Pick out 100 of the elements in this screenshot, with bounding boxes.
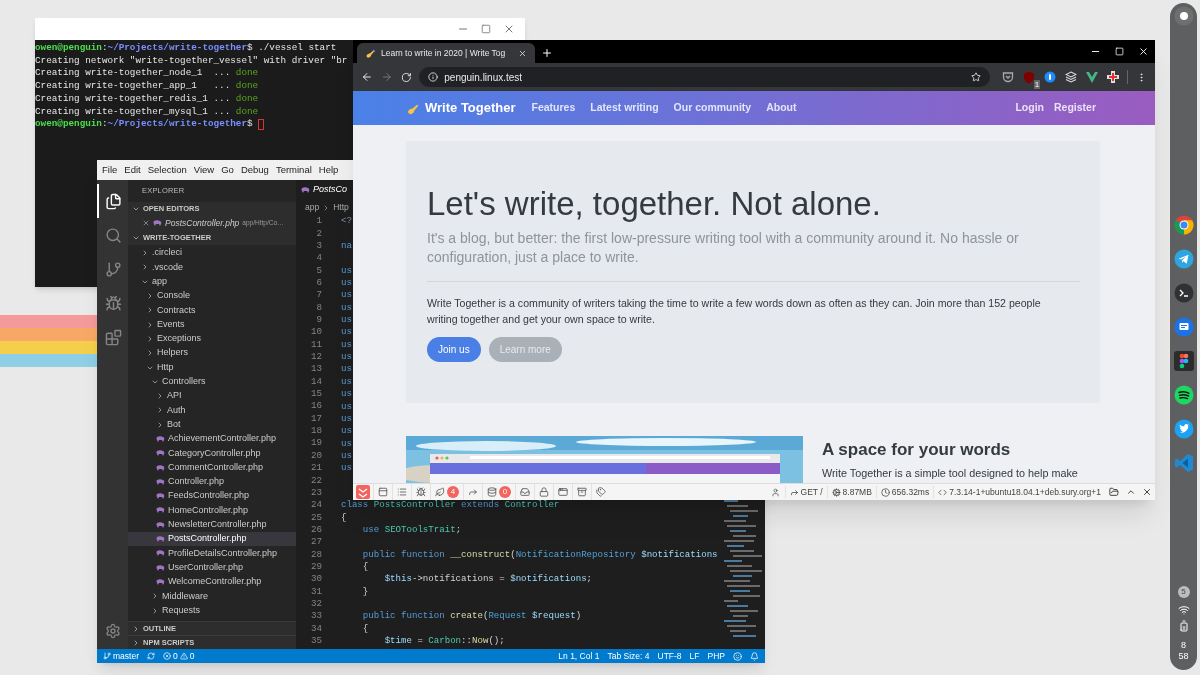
line-number: 34 [309,621,323,636]
spotify-icon[interactable] [1173,385,1194,405]
file-tree-item[interactable]: Contracts [128,303,296,318]
cross-icon[interactable] [1107,71,1120,83]
code-line: public function create(Request $request) [361,609,582,623]
bird-icon[interactable] [1173,419,1194,439]
paper-plane-icon[interactable] [1173,249,1194,269]
bell-icon[interactable] [750,651,759,661]
file-tree-item[interactable]: Auth [128,403,296,418]
file-tree-item[interactable]: NewsletterController.php [128,517,296,532]
settings-icon[interactable] [104,623,121,639]
problems-status[interactable]: 0 0 [163,649,195,663]
pocket-icon[interactable] [1002,71,1015,83]
file-tree-item[interactable]: AchievementController.php [128,431,296,447]
menu-item[interactable]: View [193,162,215,178]
back-button[interactable] [361,71,373,83]
browser-tab[interactable]: Learn to write in 2020 | Write Tog [357,43,535,63]
file-tree-item[interactable]: ProfileDetailsController.php [128,546,296,561]
keyhole-icon[interactable] [1044,71,1057,83]
folder-icon[interactable] [1109,487,1119,497]
menu-item[interactable]: Help [318,162,339,178]
bookmark-icon[interactable] [971,72,982,82]
breadcrumb-item[interactable]: app [305,201,320,214]
file-tree-item[interactable]: Http [128,360,296,375]
file-tree-item[interactable]: API [128,388,296,404]
file-tree-item[interactable]: FeedsController.php [128,489,296,504]
figma-icon[interactable] [1173,351,1194,371]
chrome-icon[interactable] [1173,215,1194,235]
file-tree-item[interactable]: Events [128,317,296,332]
file-tree-item[interactable]: Helpers [128,346,296,361]
breadcrumb-item[interactable]: Http [333,201,349,214]
code-line: class PostsController extends Controller [341,498,560,512]
editor-tab[interactable]: PostsCo [296,180,353,200]
file-tree-item[interactable]: HomeController.php [128,503,296,518]
branch-status[interactable]: master [103,649,139,663]
nav-link[interactable]: Login [1015,100,1044,116]
status-item[interactable]: LF [689,649,700,663]
code-line: na [341,239,352,253]
file-tree-item[interactable]: Controller.php [128,474,296,490]
terminal-line: owen@penguin:~/Projects/write-together$ ./vessel start [35,42,337,55]
file-tree-item[interactable]: UserController.php [128,560,296,575]
close-icon[interactable] [518,48,527,58]
caret-up-icon[interactable] [1126,487,1136,497]
close-button[interactable] [1138,46,1149,57]
feedback-icon[interactable] [733,651,742,661]
wifi-icon[interactable] [1177,604,1190,616]
hero-button[interactable]: Join us [427,337,481,362]
address-bar[interactable]: penguin.linux.test [419,67,991,87]
menu-item[interactable]: Terminal [275,162,312,178]
menu-item[interactable]: Debug [240,162,269,178]
writing-hand-icon [365,47,376,59]
text-cursor [258,119,265,131]
status-item[interactable]: Tab Size: 4 [607,649,650,663]
file-tree-item[interactable]: app [128,274,296,289]
sync-icon[interactable] [147,652,155,660]
file-tree-item[interactable]: CommentController.php [128,460,296,475]
layers-icon[interactable] [1065,71,1078,83]
file-tree-item[interactable]: Console [128,288,296,304]
launcher-button[interactable] [1173,6,1194,26]
new-tab-button[interactable] [541,47,553,59]
logo-icon[interactable] [356,485,370,499]
file-tree-item[interactable]: Exceptions [128,331,296,347]
menu-item[interactable]: Selection [147,162,187,178]
status-item[interactable]: UTF-8 [657,649,682,663]
menu-item[interactable]: Go [221,162,234,178]
file-tree-item[interactable]: Requests [128,603,296,618]
file-tree-item[interactable]: Controllers [128,374,296,389]
nav-link[interactable]: Register [1054,100,1096,116]
file-tree-item[interactable]: CategoryController.php [128,446,296,461]
notification-count[interactable]: 5 [1177,586,1190,598]
user-icon[interactable] [770,487,780,497]
line-number: 1 [315,214,323,229]
line-number: 28 [309,547,323,562]
line-number: 32 [309,596,323,611]
status-item[interactable]: Ln 1, Col 1 [558,649,600,663]
brand-link[interactable]: Write Together [406,98,516,118]
shield-icon[interactable] [1023,70,1036,84]
branch-icon [105,260,122,278]
reload-button[interactable] [400,71,412,83]
chat-icon[interactable] [1173,317,1194,337]
menu-item[interactable]: Edit [124,162,141,178]
terminal-icon[interactable] [1173,283,1194,303]
file-tree-item[interactable]: Bot [128,417,296,432]
clock[interactable]: 8 58 [1178,640,1189,662]
line-number: 23 [309,485,323,500]
file-tree-item[interactable]: WelcomeController.php [128,574,296,590]
code-line: us [341,337,352,352]
v-logo-icon[interactable] [1086,71,1099,83]
status-item[interactable]: PHP [707,649,725,663]
file-tree-item[interactable]: .circleci [128,246,296,261]
file-tree-item[interactable]: PostsController.php [128,531,296,547]
section-heading: A space for your words [822,439,1012,461]
file-tree-item[interactable]: Middleware [128,589,296,604]
battery-icon[interactable] [1177,620,1190,632]
extensions-icon [105,328,122,346]
bug-icon [105,294,122,312]
menu-item[interactable]: File [102,162,118,178]
file-tree-item[interactable]: .vscode [128,260,296,275]
close-icon[interactable] [1142,487,1152,497]
close-icon[interactable] [142,219,150,227]
